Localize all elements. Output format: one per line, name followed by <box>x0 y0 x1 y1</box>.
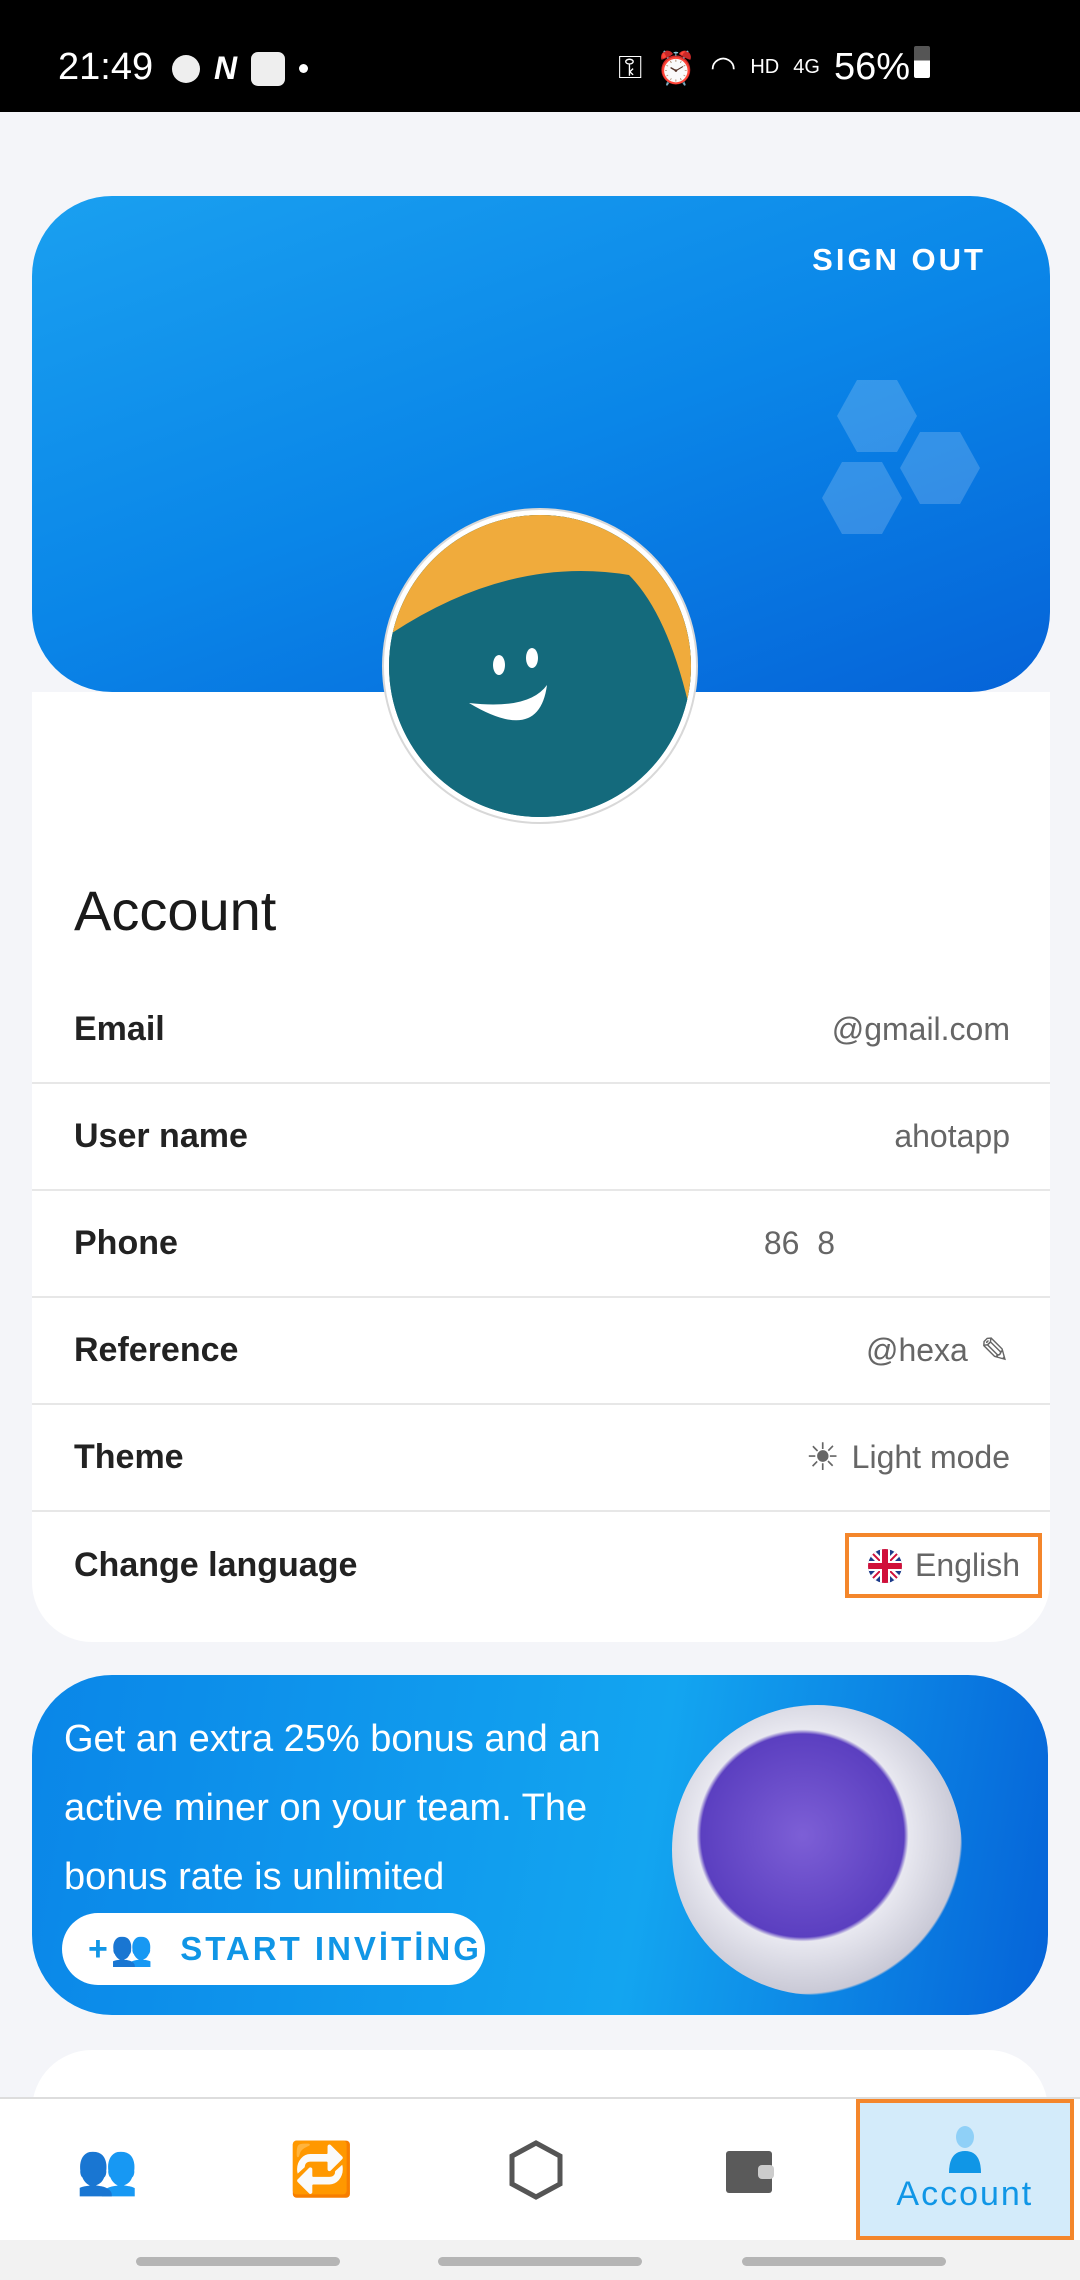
phone-label: Phone <box>74 1224 178 1262</box>
notification-icon <box>251 51 286 86</box>
alarm-icon: ⏰ <box>656 49 697 86</box>
wallet-icon <box>726 2150 775 2193</box>
sign-out-button[interactable]: SIGN OUT <box>812 242 986 278</box>
nav-account-label: Account <box>896 2175 1034 2213</box>
app-icon: N <box>214 50 238 86</box>
gesture-bar <box>0 2240 1080 2280</box>
dot-icon <box>299 64 309 73</box>
email-row: Email @gmail.com <box>32 977 1050 1084</box>
hexagon-decoration <box>837 380 917 452</box>
gesture-pill <box>136 2257 340 2266</box>
signal-icon: 4G <box>793 56 820 78</box>
gesture-pill <box>742 2257 946 2266</box>
language-selector[interactable]: English <box>845 1533 1042 1598</box>
edit-pencil-icon[interactable]: ✎ <box>980 1330 1010 1372</box>
exchange-icon: 🔁 <box>289 2141 354 2199</box>
status-bar: 21:49 N ⚿ ⏰ ◠ HD 4G 56% <box>0 0 1080 112</box>
bottom-nav: 👥 🔁 Account <box>0 2097 1080 2240</box>
add-group-icon: +👥 <box>88 1930 157 1968</box>
username-value: ahotapp <box>894 1118 1010 1154</box>
gesture-pill <box>438 2257 642 2266</box>
language-row[interactable]: Change language English <box>32 1512 1050 1619</box>
game-icon <box>172 54 200 83</box>
theme-row[interactable]: Theme ☀ Light mode <box>32 1405 1050 1512</box>
invite-banner: Get an extra 25% bonus and an active min… <box>32 1675 1048 2015</box>
nav-exchange[interactable]: 🔁 <box>214 2099 428 2240</box>
language-value: English <box>915 1547 1020 1583</box>
battery-icon <box>914 46 930 78</box>
vpn-key-icon: ⚿ <box>617 48 643 85</box>
team-icon: 👥 <box>76 2141 139 2197</box>
phone-row: Phone 86 8 <box>32 1191 1050 1298</box>
hexagon-icon <box>509 2139 563 2200</box>
nav-wallet[interactable] <box>643 2099 857 2240</box>
hexagon-decoration <box>822 462 902 534</box>
nav-mining[interactable] <box>429 2099 643 2240</box>
reference-label: Reference <box>74 1331 239 1369</box>
email-label: Email <box>74 1010 165 1048</box>
avatar[interactable] <box>384 510 696 822</box>
clock: 21:49 <box>58 46 154 88</box>
hexagon-decoration <box>900 432 980 504</box>
account-icon <box>948 2126 981 2173</box>
banner-text: Get an extra 25% bonus and an active min… <box>64 1718 601 1898</box>
wifi-icon: ◠ <box>710 51 737 84</box>
page-title: Account <box>74 879 277 942</box>
reference-value: @hexa <box>865 1332 968 1368</box>
theme-label: Theme <box>74 1438 184 1476</box>
phone-value: 86 8 <box>763 1225 835 1261</box>
smiley-avatar-icon <box>389 515 691 817</box>
sun-icon: ☀ <box>805 1437 840 1479</box>
username-row: User name ahotapp <box>32 1084 1050 1191</box>
start-inviting-label: START INVİTİNG <box>180 1930 482 1967</box>
nav-team[interactable]: 👥 <box>0 2099 214 2240</box>
person-in-chair-illustration <box>672 1705 962 1995</box>
nav-account[interactable]: Account <box>855 2099 1075 2240</box>
reference-row[interactable]: Reference @hexa ✎ <box>32 1298 1050 1405</box>
hd-label: HD <box>750 56 780 78</box>
theme-value: Light mode <box>851 1439 1010 1475</box>
email-value: @gmail.com <box>831 1011 1010 1047</box>
username-label: User name <box>74 1117 248 1155</box>
battery-percent: 56% <box>833 46 910 88</box>
language-label: Change language <box>74 1546 358 1584</box>
uk-flag-icon <box>868 1548 903 1583</box>
start-inviting-button[interactable]: +👥 START INVİTİNG <box>62 1913 485 1985</box>
